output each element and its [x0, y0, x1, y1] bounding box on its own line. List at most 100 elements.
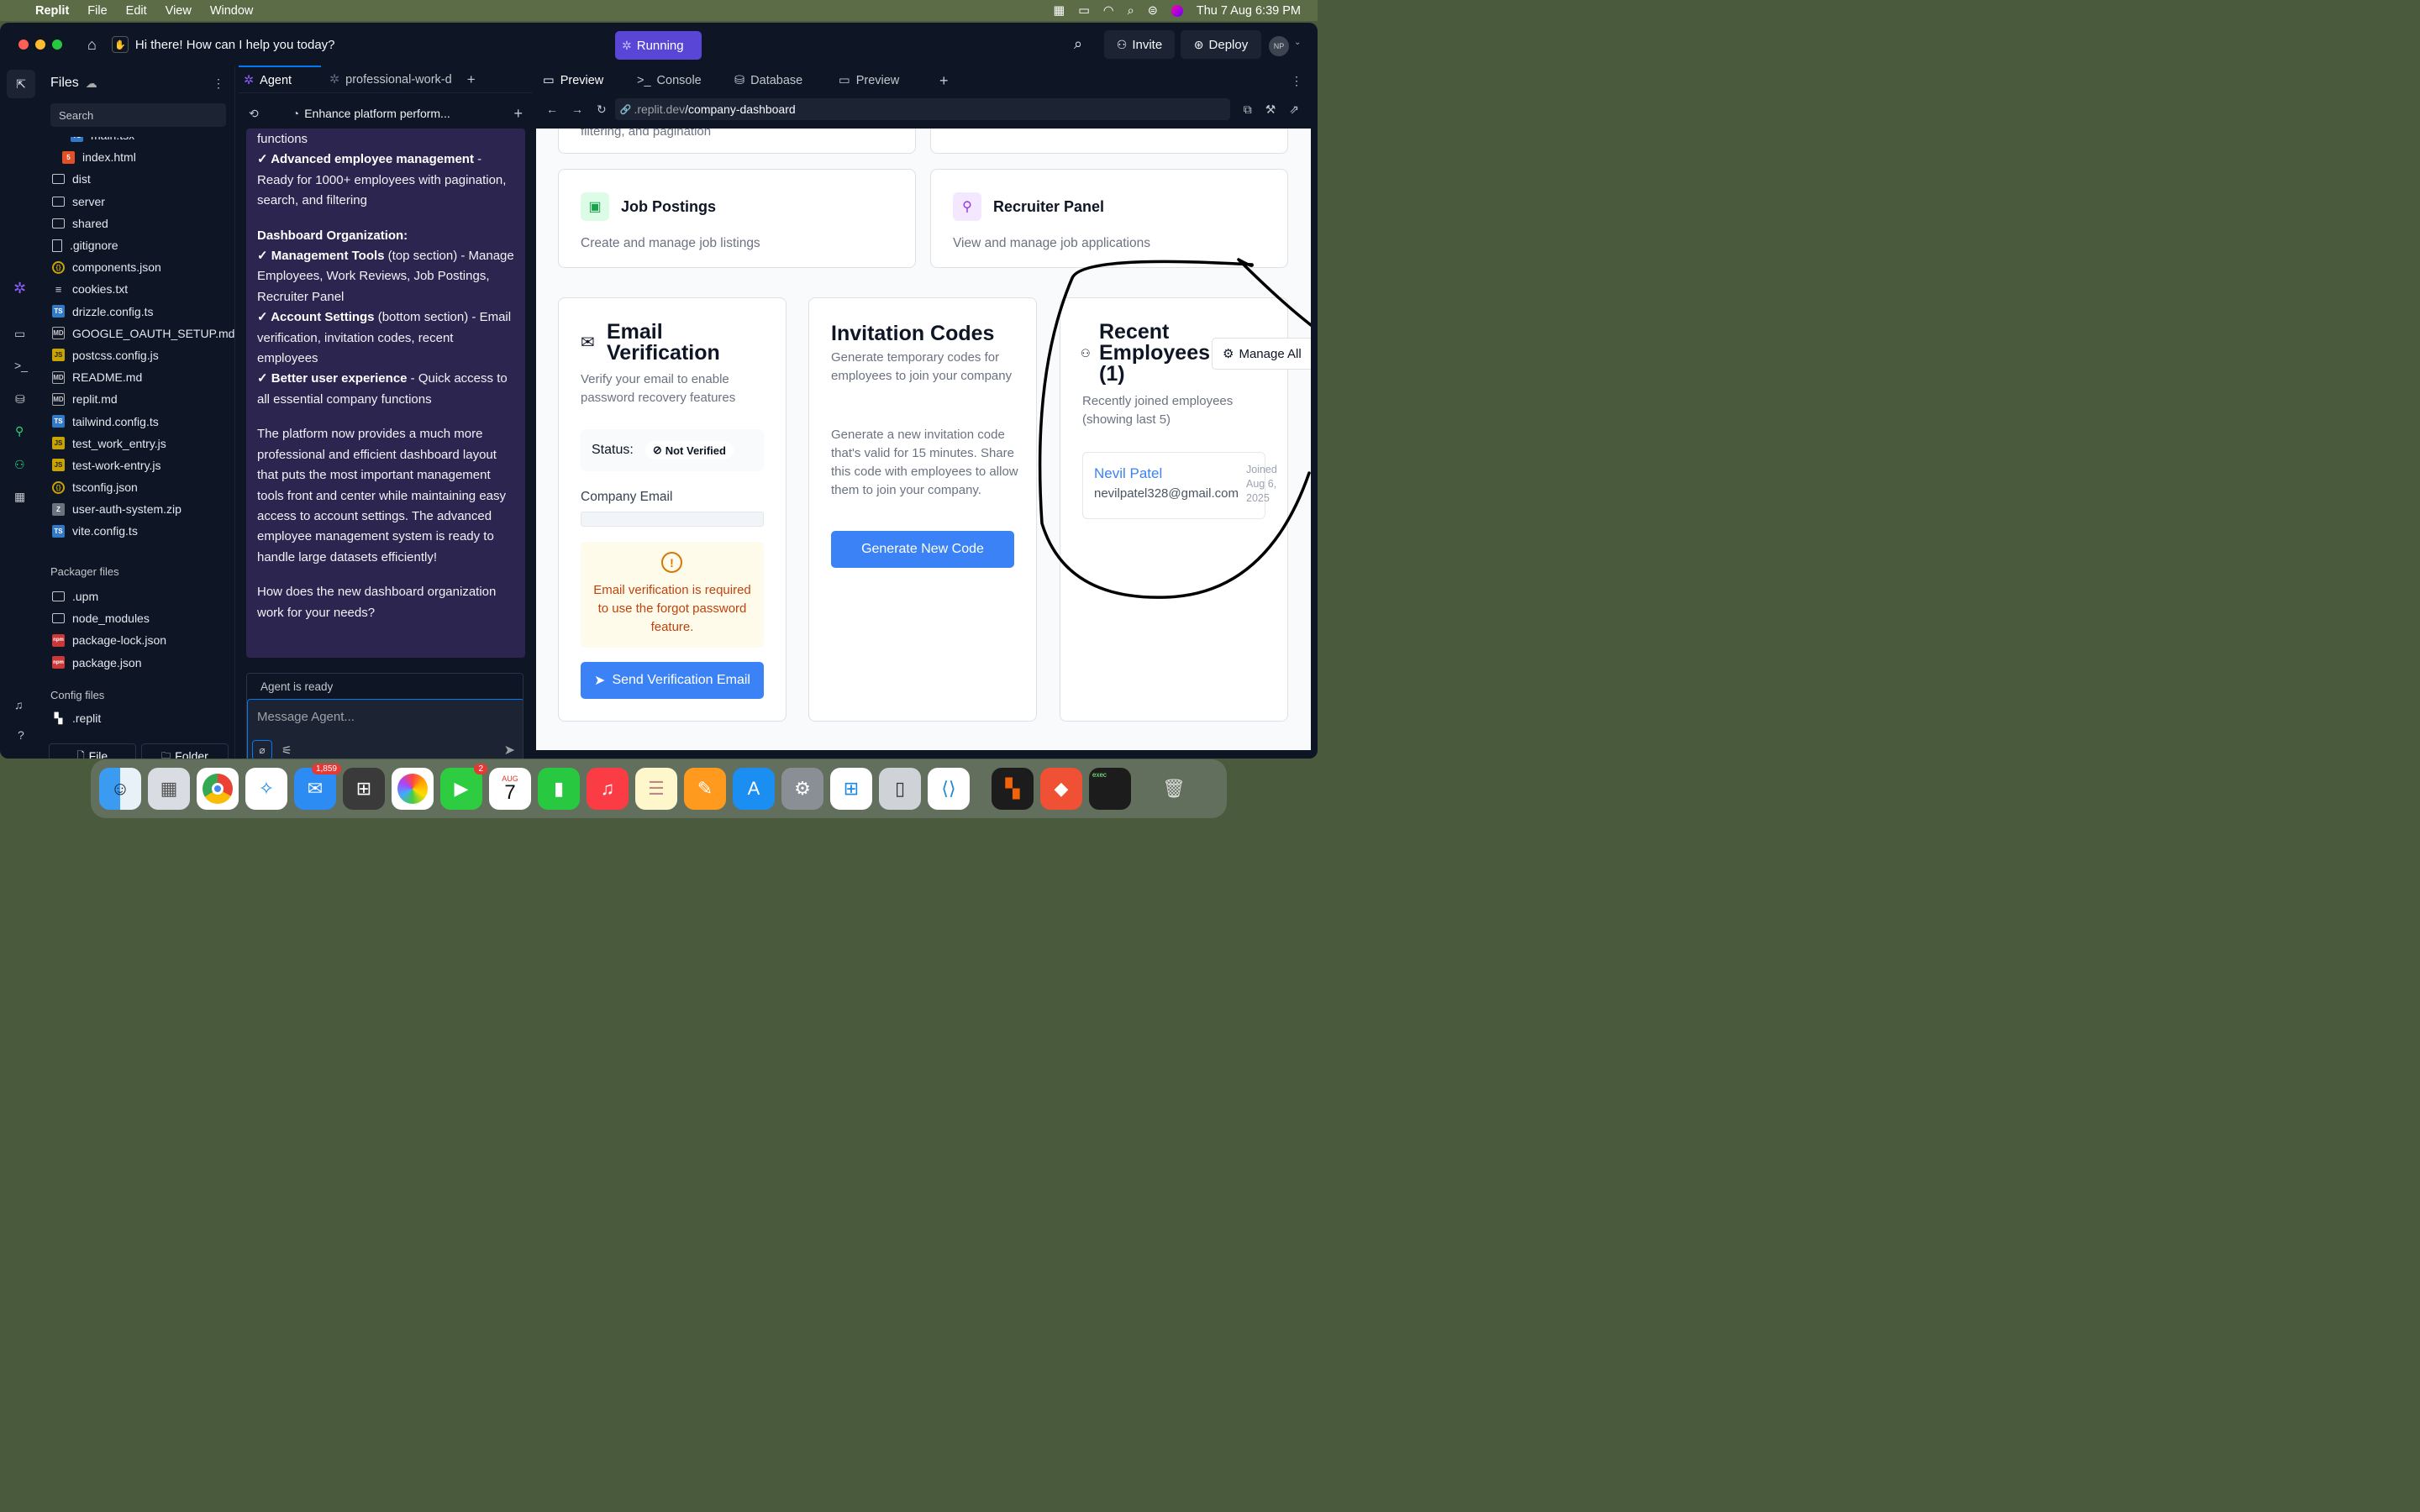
new-file-button[interactable]: 🗋 File	[49, 743, 136, 759]
file-item[interactable]: 5 index.html	[44, 146, 234, 168]
file-item[interactable]: .gitignore	[44, 234, 234, 256]
company-email-field[interactable]	[581, 512, 764, 527]
agent-rail-icon[interactable]: ✲	[13, 280, 26, 297]
back-arrow-icon[interactable]: ←	[546, 102, 558, 116]
tab-console[interactable]: >_ Console	[637, 66, 733, 95]
recruiter-panel-card[interactable]: ⚲ Recruiter Panel View and manage job ap…	[930, 169, 1288, 268]
menubar-edit[interactable]: Edit	[126, 4, 147, 18]
file-item[interactable]: .upm	[44, 585, 234, 607]
control-center-icon[interactable]: ⊜	[1148, 4, 1158, 18]
thread-title[interactable]: Enhance platform perform...	[304, 107, 450, 120]
menubar-app-name[interactable]: Replit	[35, 4, 69, 18]
close-window-button[interactable]	[18, 39, 29, 50]
trash-icon[interactable]: 🗑	[1153, 768, 1195, 810]
console-rail-icon[interactable]: >_	[14, 359, 28, 372]
notifications-bell-icon[interactable]: ♫	[14, 698, 24, 711]
file-item[interactable]: TS vite.config.ts	[44, 520, 234, 542]
numbers-icon[interactable]: ▮	[538, 768, 580, 810]
file-item[interactable]: TS tailwind.config.ts	[44, 410, 234, 432]
mail-app-icon[interactable]: ✉ 1,859	[294, 764, 341, 810]
files-menu-icon[interactable]: ⋮	[213, 76, 224, 91]
menubar-view[interactable]: View	[166, 4, 192, 18]
open-new-window-icon[interactable]: ⇗	[1289, 102, 1299, 117]
file-item[interactable]: MD GOOGLE_OAUTH_SETUP.md	[44, 323, 234, 344]
tab-project[interactable]: ✲ professional-work-d	[321, 66, 452, 94]
system-settings-icon[interactable]: ⚙	[781, 768, 823, 810]
app-store-icon[interactable]: A	[733, 768, 775, 810]
spotlight-search-icon[interactable]: ⌕	[1128, 4, 1134, 18]
management-card-top-right[interactable]	[930, 129, 1288, 154]
file-item[interactable]: dist	[44, 168, 234, 190]
tab-preview[interactable]: ▭ Preview	[543, 66, 635, 95]
user-avatar[interactable]: NP	[1269, 36, 1289, 56]
music-icon[interactable]: ♫	[587, 768, 629, 810]
zoom-window-button[interactable]	[52, 39, 62, 50]
all-tools-grid-icon[interactable]: ▦	[14, 490, 25, 504]
new-tab-plus-icon[interactable]: +	[467, 71, 476, 88]
battery-icon[interactable]: ▭	[1078, 4, 1090, 18]
git-rail-icon[interactable]: ⚲	[15, 424, 24, 438]
file-item[interactable]: {} components.json	[44, 256, 234, 278]
file-item[interactable]: MD README.md	[44, 366, 234, 388]
account-chevron-down-icon[interactable]: ⌄	[1294, 38, 1301, 47]
send-verification-email-button[interactable]: ➤ Send Verification Email	[581, 662, 764, 699]
file-item[interactable]: ▚ .replit	[44, 707, 234, 729]
calendar-icon[interactable]: AUG 7	[489, 768, 531, 810]
file-item[interactable]: TS main.tsx	[44, 137, 234, 146]
file-item[interactable]: JS test_work_entry.js	[44, 433, 234, 454]
windows-app-icon[interactable]: ⊞	[830, 768, 872, 810]
tab-database[interactable]: ⛁ Database	[734, 66, 837, 95]
pages-icon[interactable]: ✎	[684, 768, 726, 810]
tab-agent[interactable]: ✲ Agent	[239, 65, 321, 94]
file-item[interactable]: npm package.json	[44, 652, 234, 674]
home-icon[interactable]: ⌂	[87, 36, 97, 54]
url-bar[interactable]: 🔗 .replit.dev/company-dashboard	[614, 98, 1230, 120]
file-item[interactable]: {} tsconfig.json	[44, 476, 234, 498]
menubar-window[interactable]: Window	[210, 4, 254, 18]
file-item[interactable]: TS drizzle.config.ts	[44, 301, 234, 323]
agent-prompt-title[interactable]: Hi there! How can I help you today?	[135, 38, 335, 52]
history-icon[interactable]: ⟲	[249, 107, 259, 121]
search-icon[interactable]: ⌕	[1074, 35, 1082, 53]
running-button[interactable]: ✲ Running	[615, 31, 702, 60]
terminal-icon[interactable]: exec	[1089, 768, 1131, 810]
file-item[interactable]: server	[44, 191, 234, 213]
send-icon[interactable]: ➤	[504, 742, 515, 759]
launchpad-icon[interactable]: ▦	[148, 768, 190, 810]
users-rail-icon[interactable]: ⚇	[14, 458, 25, 472]
calculator-icon[interactable]: ⊞	[343, 768, 385, 810]
wrench-icon[interactable]: ⚒	[1265, 102, 1276, 117]
file-item[interactable]: node_modules	[44, 607, 234, 629]
replit-dock-icon[interactable]: ▚	[992, 768, 1034, 810]
finder-icon[interactable]: ☺	[99, 768, 141, 810]
new-thread-plus-icon[interactable]: +	[513, 105, 523, 123]
file-item[interactable]: Zuser-auth-system.zip	[44, 498, 234, 520]
file-item[interactable]: ≡ cookies.txt	[44, 278, 234, 300]
safari-icon[interactable]: ✧	[245, 768, 287, 810]
git-app-icon[interactable]: ◆	[1040, 768, 1082, 810]
file-item[interactable]: shared	[44, 213, 234, 234]
wifi-icon[interactable]: ◠	[1103, 4, 1114, 18]
facetime-icon[interactable]: ▶ 2	[440, 764, 487, 810]
job-postings-card[interactable]: ▣ Job Postings Create and manage job lis…	[558, 169, 916, 268]
file-item[interactable]: JS postcss.config.js	[44, 344, 234, 366]
attach-paperclip-icon[interactable]: ⌀	[252, 740, 272, 759]
vscode-icon[interactable]: ⟨⟩	[928, 768, 970, 810]
minimize-window-button[interactable]	[35, 39, 45, 50]
invite-button[interactable]: ⚇ Invite	[1104, 30, 1175, 59]
deploy-button[interactable]: ⊛ Deploy	[1181, 30, 1261, 59]
file-item[interactable]: JS test-work-entry.js	[44, 454, 234, 476]
file-item[interactable]: MD replit.md	[44, 388, 234, 410]
message-input[interactable]: Message Agent... ⌀ ⚟ ➤	[247, 699, 523, 759]
panel-menu-icon[interactable]: ⋮	[1291, 74, 1302, 88]
notes-icon[interactable]: ☰	[635, 768, 677, 810]
preview-rail-icon[interactable]: ▭	[14, 327, 25, 341]
help-icon[interactable]: ?	[18, 728, 24, 742]
siri-icon[interactable]	[1171, 4, 1183, 17]
management-card-top-left[interactable]: filtering, and pagination	[558, 129, 916, 154]
reload-icon[interactable]: ↻	[597, 102, 607, 117]
new-folder-button[interactable]: 🗀 Folder	[141, 743, 229, 759]
photos-icon[interactable]	[392, 768, 434, 810]
chrome-icon[interactable]	[197, 768, 239, 810]
file-item[interactable]: npm package-lock.json	[44, 629, 234, 651]
